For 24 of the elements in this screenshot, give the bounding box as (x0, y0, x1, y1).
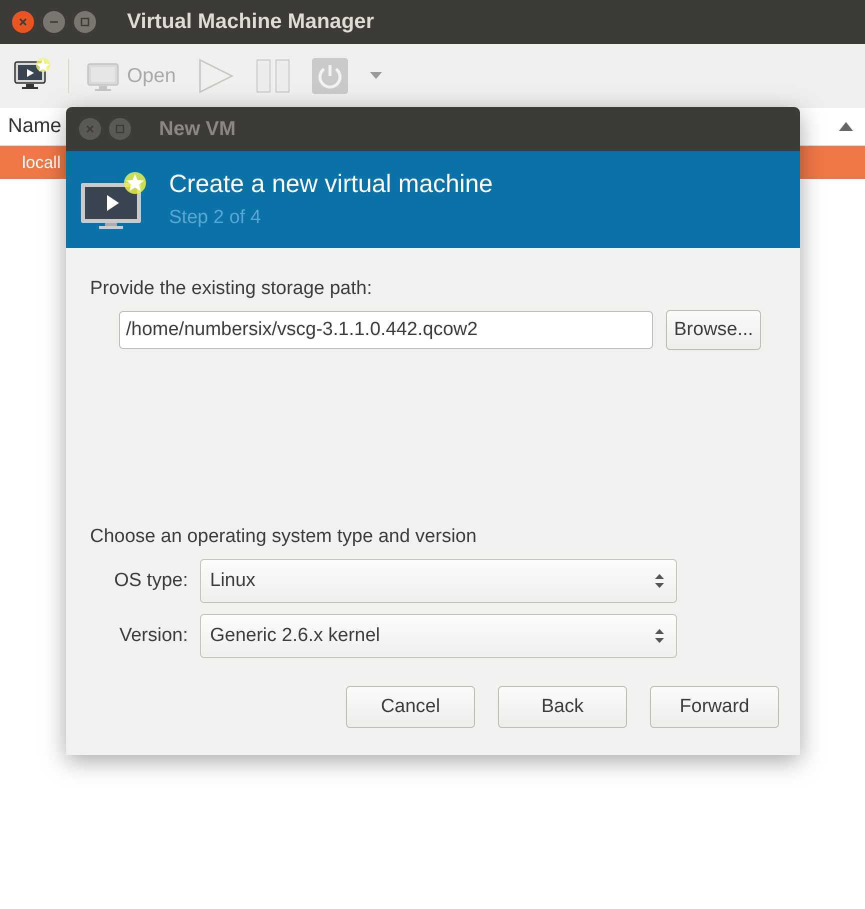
dialog-title: New VM (159, 118, 236, 140)
dialog-heading: Create a new virtual machine (169, 170, 493, 199)
maximize-icon[interactable] (109, 118, 131, 140)
step-indicator: Step 2 of 4 (169, 207, 262, 229)
dropdown[interactable]: Generic 2.6.x kernel (200, 614, 677, 658)
dropdown[interactable]: Linux (200, 559, 677, 603)
close-icon[interactable] (79, 118, 101, 140)
column-header[interactable]: Name (8, 115, 62, 138)
field-label: Version: (118, 625, 189, 647)
maximize-icon[interactable] (74, 11, 96, 33)
storage-path-field[interactable]: /home/numbersix/vscg-3.1.1.0.442.qcow2 (119, 311, 653, 349)
sort-arrow-icon[interactable] (839, 122, 853, 131)
close-icon[interactable] (12, 11, 34, 33)
dialog-button[interactable]: Forward (650, 686, 779, 728)
spin-arrows-icon (655, 573, 664, 589)
os-section-label: Choose an operating system type and version (90, 526, 478, 548)
storage-label: Provide the existing storage path: (90, 278, 374, 300)
dialog-button[interactable]: Back (498, 686, 627, 728)
browse-button[interactable]: Browse... (666, 310, 762, 350)
field-label: OS type: (113, 570, 189, 592)
window-title: Virtual Machine Manager (127, 10, 374, 34)
minimize-icon[interactable] (43, 11, 65, 33)
dialog-button[interactable]: Cancel (346, 686, 475, 728)
spin-arrows-icon (655, 628, 664, 644)
